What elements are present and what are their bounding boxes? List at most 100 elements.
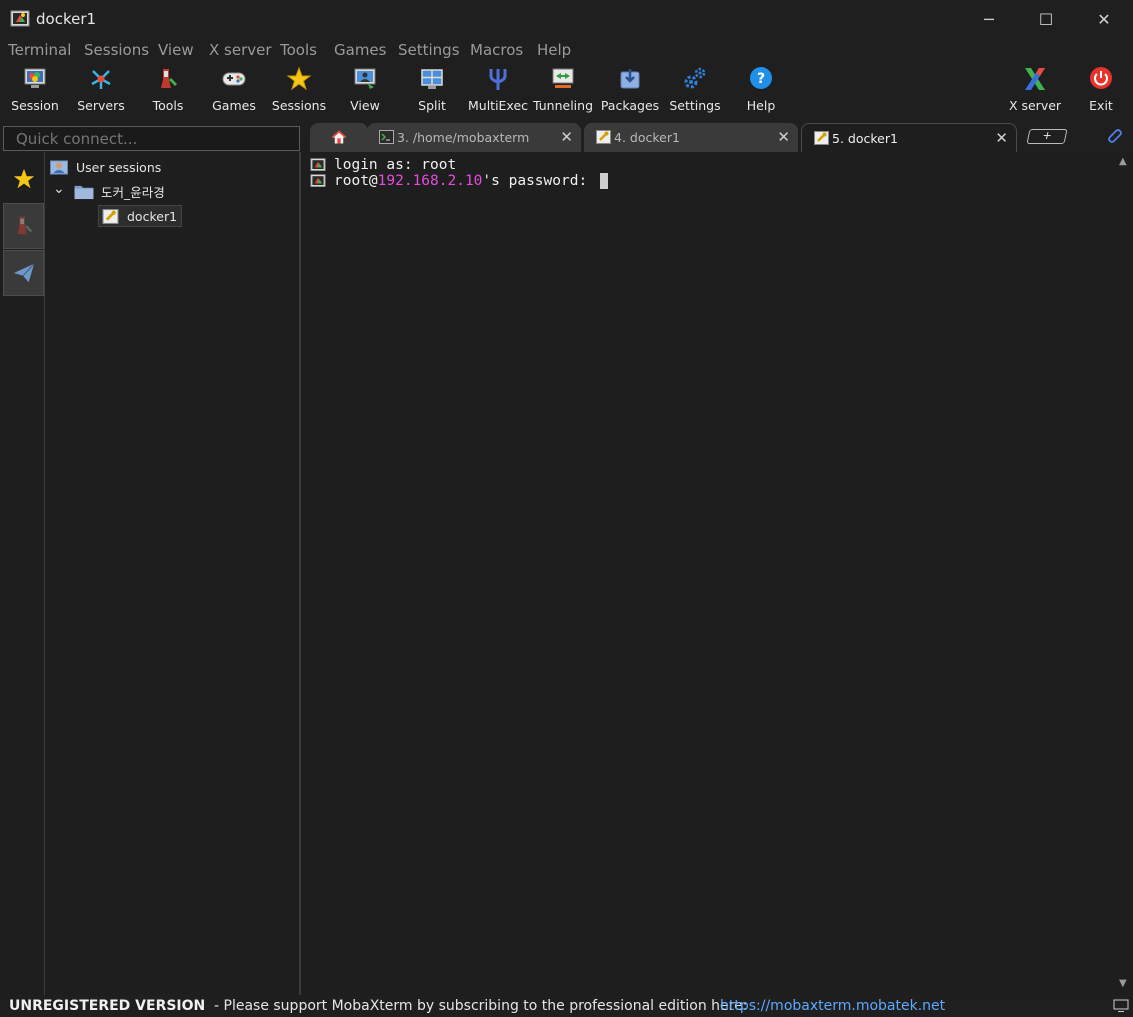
close-window-button[interactable]: ✕	[1075, 0, 1133, 38]
tools-label: Tools	[152, 98, 184, 113]
menu-help[interactable]: Help	[537, 41, 571, 59]
terminal-line: login as: root	[310, 157, 456, 173]
terminal-line: root@ 192.168.2.10's password:	[310, 173, 608, 189]
tab-close-button[interactable]: ✕	[995, 129, 1008, 147]
terminal-text: 's password:	[482, 173, 596, 189]
menu-view[interactable]: View	[158, 41, 194, 59]
scroll-up-arrow[interactable]: ▲	[1119, 156, 1127, 167]
tree-label: docker1	[127, 208, 178, 224]
tools-button[interactable]: Tools	[135, 66, 201, 116]
folder-icon	[74, 185, 94, 200]
mobaxterm-logo-icon	[310, 174, 326, 187]
power-icon	[1090, 67, 1112, 89]
packages-button[interactable]: Packages	[597, 66, 663, 116]
tunneling-label: Tunneling	[533, 98, 593, 113]
terminal-icon	[379, 130, 394, 144]
help-icon: ?	[750, 67, 772, 89]
settings-button[interactable]: Settings	[662, 66, 728, 116]
title-bar: docker1 ─ ☐ ✕	[0, 0, 1133, 38]
menu-games[interactable]: Games	[334, 41, 386, 59]
ssh-key-icon	[596, 130, 611, 144]
x-server-icon	[1025, 68, 1045, 90]
tree-folder[interactable]: ⌄ 도커_윤라경	[53, 181, 165, 201]
sessions-label: Sessions	[271, 98, 327, 113]
gear-icon	[684, 67, 706, 89]
unregistered-label: UNREGISTERED VERSION	[9, 998, 206, 1014]
terminal-cursor	[599, 173, 608, 189]
menu-tools[interactable]: Tools	[280, 41, 317, 59]
quick-connect-input[interactable]	[3, 126, 300, 151]
session-label: Session	[11, 98, 59, 113]
servers-label: Servers	[77, 98, 125, 113]
tab-docker1-4[interactable]: 4. docker1 ✕	[584, 123, 798, 152]
star-icon	[286, 66, 312, 91]
paper-plane-icon	[13, 263, 35, 283]
tab-home[interactable]	[310, 123, 368, 152]
menu-sessions[interactable]: Sessions	[84, 41, 149, 59]
user-sessions-icon	[50, 160, 68, 175]
packages-label: Packages	[600, 98, 660, 113]
servers-button[interactable]: Servers	[68, 66, 134, 116]
scroll-down-arrow[interactable]: ▼	[1119, 978, 1127, 989]
macros-sidebar-tab[interactable]	[3, 250, 44, 296]
tunneling-button[interactable]: Tunneling	[530, 66, 596, 116]
status-bar: UNREGISTERED VERSION - Please support Mo…	[0, 995, 1133, 1017]
tab-label: 4. docker1	[614, 130, 680, 145]
sidebar-strip	[0, 152, 45, 995]
terminal-ip-address: 192.168.2.10	[377, 173, 483, 189]
help-button[interactable]: ? Help	[728, 66, 794, 116]
x-server-button[interactable]: X server	[1002, 66, 1068, 116]
monitor-icon[interactable]	[1113, 999, 1129, 1013]
tab-bar: 3. /home/mobaxterm ✕ 4. docker1 ✕ 5. doc…	[0, 120, 1133, 152]
games-label: Games	[212, 98, 256, 113]
tab-local-terminal[interactable]: 3. /home/mobaxterm ✕	[367, 123, 581, 152]
maximize-button[interactable]: ☐	[1017, 0, 1075, 38]
ssh-key-icon	[102, 208, 119, 224]
tree-session-docker1[interactable]: docker1	[98, 205, 183, 227]
exit-label: Exit	[1089, 98, 1113, 113]
tree-label: User sessions	[76, 160, 162, 175]
tunneling-icon	[552, 68, 574, 88]
x-server-label: X server	[1008, 98, 1062, 113]
multiexec-label: MultiExec	[467, 98, 529, 113]
minimize-button[interactable]: ─	[960, 0, 1018, 38]
ssh-key-icon	[814, 131, 829, 145]
terminal-text: root@	[334, 173, 378, 189]
tab-docker1-5[interactable]: 5. docker1 ✕	[801, 123, 1017, 152]
tab-label: 3. /home/mobaxterm	[397, 130, 530, 145]
gamepad-icon	[222, 72, 246, 86]
mobaxterm-logo-icon	[10, 10, 30, 27]
packages-icon	[620, 69, 640, 89]
sessions-button[interactable]: Sessions	[266, 66, 332, 116]
session-button[interactable]: Session	[2, 66, 68, 116]
new-tab-button[interactable]: +	[1026, 129, 1068, 144]
support-message: - Please support MobaXterm by subscribin…	[214, 998, 748, 1014]
tab-close-button[interactable]: ✕	[560, 128, 573, 146]
chevron-down-icon[interactable]: ⌄	[53, 181, 73, 197]
exit-button[interactable]: Exit	[1068, 66, 1133, 116]
games-button[interactable]: Games	[201, 66, 267, 116]
split-button[interactable]: Split	[399, 66, 465, 116]
terminal-text: login as: root	[334, 157, 457, 173]
mobaxterm-link[interactable]: https://mobaxterm.mobatek.net	[720, 998, 945, 1014]
tree-root-user-sessions[interactable]: User sessions	[48, 159, 161, 176]
view-button[interactable]: View	[332, 66, 398, 116]
menu-bar: Terminal Sessions View X server Tools Ga…	[0, 38, 1133, 62]
split-icon	[421, 69, 443, 89]
tab-close-button[interactable]: ✕	[777, 128, 790, 146]
toolbar: Session Servers Tools Games Sessions Vie…	[0, 62, 1133, 120]
paperclip-icon[interactable]	[1105, 126, 1123, 144]
tools-icon	[161, 69, 177, 88]
menu-terminal[interactable]: Terminal	[8, 41, 71, 59]
home-icon	[331, 130, 347, 144]
settings-label: Settings	[669, 98, 721, 113]
menu-x-server[interactable]: X server	[209, 41, 272, 59]
sessions-panel: User sessions ⌄ 도커_윤라경 docker1	[45, 152, 301, 995]
terminal-area[interactable]: login as: root root@ 192.168.2.10's passw…	[304, 152, 1116, 995]
tools-sidebar-tab[interactable]	[3, 203, 44, 249]
menu-settings[interactable]: Settings	[398, 41, 460, 59]
sessions-sidebar-tab[interactable]	[3, 156, 44, 202]
multiexec-button[interactable]: MultiExec	[465, 66, 531, 116]
terminal-scrollbar[interactable]: ▲ ▼	[1116, 152, 1133, 995]
menu-macros[interactable]: Macros	[470, 41, 523, 59]
